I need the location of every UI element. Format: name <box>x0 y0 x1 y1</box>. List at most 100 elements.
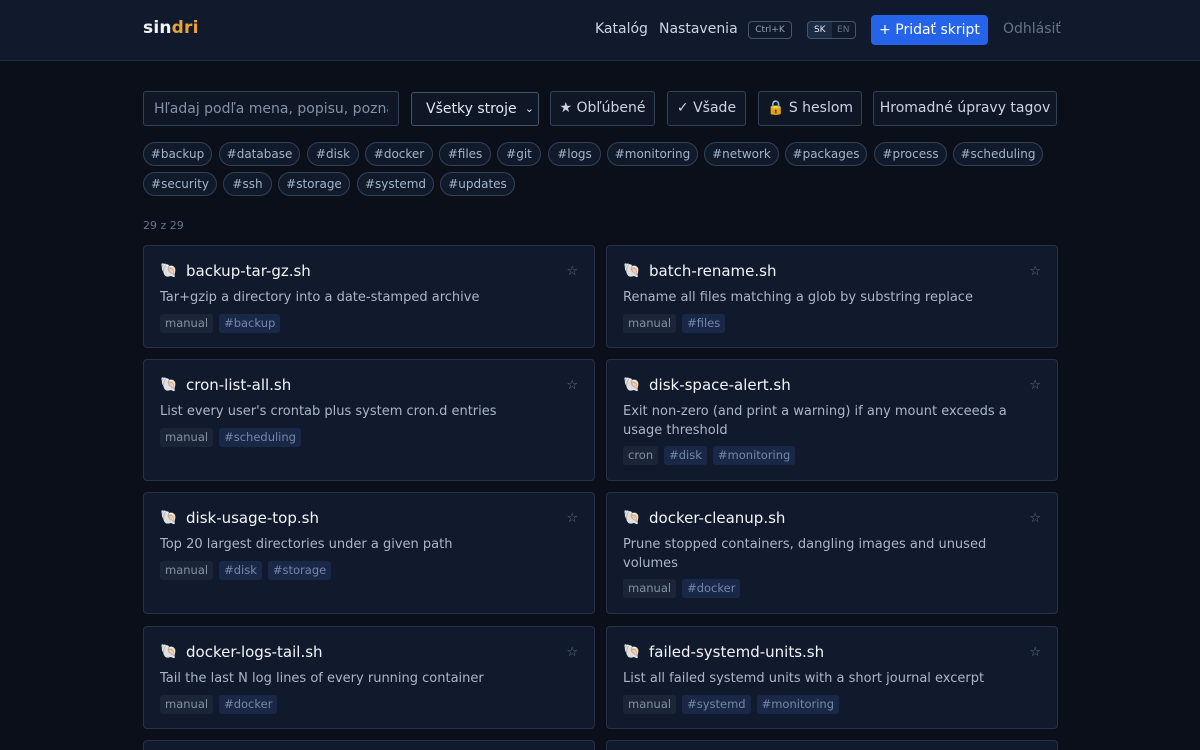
script-description: Top 20 largest directories under a given… <box>160 537 453 552</box>
script-tag[interactable]: #backup <box>219 314 281 333</box>
logout-link[interactable]: Odhlásiť <box>1003 21 1061 37</box>
tag-filter-backup[interactable]: #backup <box>143 142 212 166</box>
script-tags: manual #docker <box>160 695 278 714</box>
script-name[interactable]: failed-systemd-units.sh <box>649 643 824 661</box>
machine-select[interactable]: Všetky stroje ⌄ <box>411 92 539 126</box>
favorite-star-icon[interactable]: ☆ <box>566 511 578 526</box>
shell-icon: 🐚 <box>623 377 641 393</box>
script-tags: cron #disk #monitoring <box>623 446 796 465</box>
shell-icon: 🐚 <box>623 510 641 526</box>
bulk-tag-edit-button[interactable]: Hromadné úpravy tagov <box>873 91 1057 126</box>
nav-settings-link[interactable]: Nastavenia <box>659 21 738 37</box>
script-card[interactable]: 🐚 docker-logs-tail.sh ☆ Tail the last N … <box>143 626 595 729</box>
search-input[interactable] <box>143 91 399 126</box>
logo-text-highlight: dri <box>171 18 199 38</box>
trigger-badge: manual <box>160 695 214 714</box>
trigger-badge: manual <box>160 428 214 447</box>
script-name[interactable]: docker-logs-tail.sh <box>186 643 323 661</box>
tag-filter-git[interactable]: #git <box>497 142 541 166</box>
tag-filter-process[interactable]: #process <box>874 142 947 166</box>
shell-icon: 🐚 <box>623 644 641 660</box>
script-description: Prune stopped containers, dangling image… <box>623 537 987 571</box>
tag-filter-monitoring[interactable]: #monitoring <box>607 142 698 166</box>
script-name[interactable]: docker-cleanup.sh <box>649 509 785 527</box>
script-tag[interactable]: #docker <box>682 579 741 598</box>
shell-icon: 🐚 <box>160 644 178 660</box>
script-tag[interactable]: #disk <box>219 561 262 580</box>
trigger-badge: manual <box>160 561 214 580</box>
password-filter-button[interactable]: 🔒 S heslom <box>758 91 862 126</box>
language-sk[interactable]: SK <box>808 22 832 38</box>
script-description: List all failed systemd units with a sho… <box>623 671 985 686</box>
tag-filter-ssh[interactable]: #ssh <box>223 172 272 196</box>
language-switcher: SK EN <box>807 21 856 39</box>
everywhere-filter-button[interactable]: ✓ Všade <box>667 91 746 126</box>
script-name[interactable]: cron-list-all.sh <box>186 376 291 394</box>
script-card[interactable]: 🐚 batch-rename.sh ☆ Rename all files mat… <box>606 245 1058 348</box>
app-logo[interactable]: sindri <box>143 18 199 38</box>
machine-select-value: Všetky stroje <box>426 101 517 117</box>
script-description: Exit non-zero (and print a warning) if a… <box>623 404 1007 438</box>
script-card[interactable]: 🐚 disk-usage-top.sh ☆ Top 20 largest dir… <box>143 492 595 614</box>
add-script-button[interactable]: + Pridať skript <box>871 15 988 45</box>
script-name[interactable]: disk-usage-top.sh <box>186 509 319 527</box>
script-description: List every user's crontab plus system cr… <box>160 404 497 419</box>
script-tags: manual #scheduling <box>160 428 301 447</box>
script-card-partial[interactable] <box>606 740 1058 750</box>
script-tag[interactable]: #files <box>682 314 726 333</box>
script-tag[interactable]: #systemd <box>682 695 751 714</box>
script-tag[interactable]: #disk <box>664 446 707 465</box>
logo-text-main: sin <box>143 18 172 38</box>
favorite-star-icon[interactable]: ☆ <box>566 264 578 279</box>
favorite-star-icon[interactable]: ☆ <box>1029 645 1041 660</box>
shell-icon: 🐚 <box>160 377 178 393</box>
script-card[interactable]: 🐚 failed-systemd-units.sh ☆ List all fai… <box>606 626 1058 729</box>
script-tag[interactable]: #docker <box>219 695 278 714</box>
script-description: Rename all files matching a glob by subs… <box>623 290 973 305</box>
script-card[interactable]: 🐚 backup-tar-gz.sh ☆ Tar+gzip a director… <box>143 245 595 348</box>
script-name[interactable]: disk-space-alert.sh <box>649 376 791 394</box>
chevron-down-icon: ⌄ <box>524 102 534 115</box>
shell-icon: 🐚 <box>623 263 641 279</box>
favorite-star-icon[interactable]: ☆ <box>566 378 578 393</box>
trigger-badge: manual <box>160 314 214 333</box>
favorite-star-icon[interactable]: ☆ <box>1029 511 1041 526</box>
script-card-partial[interactable] <box>143 740 595 750</box>
nav-catalog-link[interactable]: Katalóg <box>595 21 648 37</box>
tag-filter-security[interactable]: #security <box>143 172 217 196</box>
tag-filter-packages[interactable]: #packages <box>785 142 867 166</box>
top-navbar: sindri Katalóg Nastavenia Ctrl+K SK EN +… <box>0 0 1200 61</box>
tag-filter-scheduling[interactable]: #scheduling <box>953 142 1043 166</box>
tag-filter-docker[interactable]: #docker <box>365 142 433 166</box>
favorite-star-icon[interactable]: ☆ <box>1029 264 1041 279</box>
script-tags: manual #disk #storage <box>160 561 332 580</box>
favorites-filter-button[interactable]: ★ Obľúbené <box>550 91 655 126</box>
tag-filter-updates[interactable]: #updates <box>440 172 515 196</box>
script-tag[interactable]: #monitoring <box>712 446 796 465</box>
script-tags: manual #systemd #monitoring <box>623 695 840 714</box>
script-tag[interactable]: #monitoring <box>756 695 840 714</box>
trigger-badge: cron <box>623 446 659 465</box>
tag-filter-database[interactable]: #database <box>219 142 300 166</box>
tag-filter-disk[interactable]: #disk <box>307 142 359 166</box>
tag-filter-systemd[interactable]: #systemd <box>357 172 434 196</box>
favorite-star-icon[interactable]: ☆ <box>1029 378 1041 393</box>
tag-filter-logs[interactable]: #logs <box>548 142 601 166</box>
tag-filter-files[interactable]: #files <box>439 142 491 166</box>
trigger-badge: manual <box>623 695 677 714</box>
tag-filter-network[interactable]: #network <box>704 142 779 166</box>
script-tag[interactable]: #storage <box>267 561 332 580</box>
favorite-star-icon[interactable]: ☆ <box>566 645 578 660</box>
command-palette-shortcut-badge[interactable]: Ctrl+K <box>748 21 792 39</box>
language-en[interactable]: EN <box>832 22 856 38</box>
script-card[interactable]: 🐚 cron-list-all.sh ☆ List every user's c… <box>143 359 595 481</box>
shell-icon: 🐚 <box>160 263 178 279</box>
script-tags: manual #files <box>623 314 726 333</box>
script-tag[interactable]: #scheduling <box>219 428 301 447</box>
script-description: Tar+gzip a directory into a date-stamped… <box>160 290 480 305</box>
script-card[interactable]: 🐚 docker-cleanup.sh ☆ Prune stopped cont… <box>606 492 1058 614</box>
tag-filter-storage[interactable]: #storage <box>278 172 350 196</box>
script-card[interactable]: 🐚 disk-space-alert.sh ☆ Exit non-zero (a… <box>606 359 1058 481</box>
script-name[interactable]: backup-tar-gz.sh <box>186 262 311 280</box>
script-name[interactable]: batch-rename.sh <box>649 262 776 280</box>
